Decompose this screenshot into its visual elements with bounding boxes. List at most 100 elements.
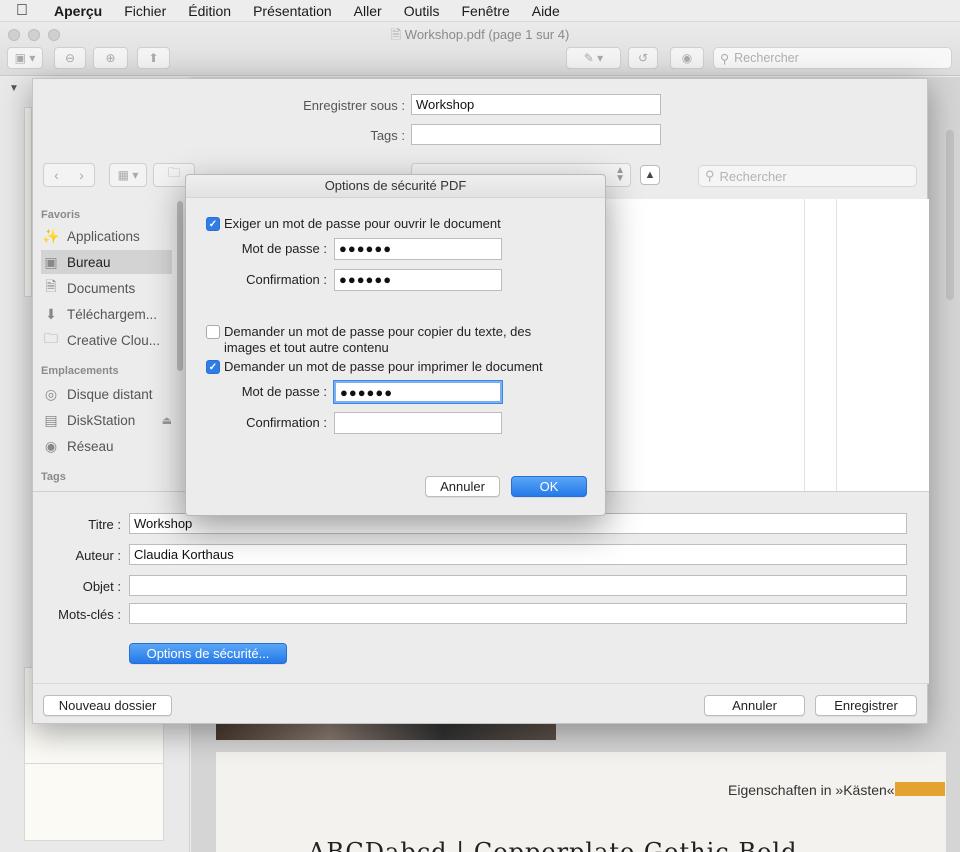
toolbar-search-placeholder: Rechercher <box>734 51 799 65</box>
open-password-input[interactable]: ●●●●●● <box>334 238 502 260</box>
forward-icon[interactable]: › <box>79 167 84 183</box>
sidebar-collapse-icon[interactable]: ▼ <box>9 83 19 94</box>
search-icon: ⚲ <box>705 168 715 183</box>
pdf-metadata-panel: Titre : Workshop Auteur : Claudia Kortha… <box>33 491 929 683</box>
toolbar-search-input[interactable]: ⚲ Rechercher <box>713 47 952 69</box>
menu-aller[interactable]: Aller <box>354 3 382 19</box>
zoom-out-button[interactable]: ⊖ <box>54 47 86 69</box>
save-button[interactable]: Enregistrer <box>815 695 917 716</box>
menu-fichier[interactable]: Fichier <box>124 3 166 19</box>
eject-icon[interactable]: ⏏ <box>162 414 172 427</box>
page2-heading: Eigenschaften in »Kästen« <box>728 782 895 798</box>
print-confirm-input[interactable] <box>334 412 502 434</box>
subject-label: Objet : <box>82 579 121 594</box>
apple-menu-icon[interactable]:  <box>16 2 38 20</box>
checkmark-icon: ✓ <box>208 361 218 373</box>
checkmark-icon: ✓ <box>208 218 218 230</box>
sidebar-scrollbar[interactable] <box>177 201 183 371</box>
menu-aide[interactable]: Aide <box>532 3 560 19</box>
sidebar-item-applications[interactable]: ✨ Applications <box>41 224 172 248</box>
title-input[interactable]: Workshop <box>129 513 907 534</box>
menu-outils[interactable]: Outils <box>404 3 440 19</box>
open-password-checkbox[interactable]: ✓ <box>206 217 220 231</box>
open-confirm-label: Confirmation : <box>246 272 327 287</box>
apps-icon: ✨ <box>42 227 60 244</box>
print-password-checkbox[interactable]: ✓ <box>206 360 220 374</box>
author-input[interactable]: Claudia Korthaus <box>129 544 907 565</box>
open-password-label: Mot de passe : <box>241 241 327 256</box>
dialog-ok-button[interactable]: OK <box>511 476 587 497</box>
window-toolbar: 🗎 Workshop.pdf (page 1 sur 4) ▣ ▾ ⊖ ⊕ ⬆ … <box>0 22 960 76</box>
column-divider[interactable] <box>836 199 837 491</box>
sidebar-item-bureau[interactable]: ▣ Bureau <box>41 250 172 274</box>
thumbnail-page-1[interactable] <box>24 107 32 297</box>
menu-bar:  Aperçu Fichier Édition Présentation Al… <box>0 0 960 22</box>
nav-buttons: ‹ › <box>43 163 95 187</box>
finder-sidebar: Favoris ✨ Applications ▣ Bureau 🗎 Documents… <box>33 199 178 491</box>
sidebar-item-network[interactable]: ◉ Réseau <box>41 434 172 458</box>
sidebar-item-downloads[interactable]: ⬇ Téléchargem... <box>41 302 172 326</box>
copy-password-checkbox-label[interactable]: Demander un mot de passe pour copier du … <box>224 324 569 356</box>
open-confirm-input[interactable]: ●●●●●● <box>334 269 502 291</box>
rotate-button[interactable]: ↺ <box>628 47 658 69</box>
desktop-icon: ▣ <box>44 253 58 270</box>
sheet-footer: Nouveau dossier Annuler Enregistrer <box>33 683 929 725</box>
folder-icon: 🗀 <box>44 330 58 346</box>
markup-toolbar-button[interactable]: ◉ <box>670 47 704 69</box>
new-folder-button[interactable]: Nouveau dossier <box>43 695 172 716</box>
copy-password-checkbox[interactable] <box>206 325 220 339</box>
cancel-button[interactable]: Annuler <box>704 695 805 716</box>
keywords-input[interactable] <box>129 603 907 624</box>
updown-icon: ▲ ▼ <box>615 165 625 184</box>
sidebar-item-label: Documents <box>67 280 136 296</box>
window-title-text: Workshop.pdf (page 1 sur 4) <box>404 27 570 42</box>
print-password-label: Mot de passe : <box>241 384 327 399</box>
tags-input[interactable] <box>411 124 661 145</box>
page2-font-sample: ABCDabcd | Copperplate Gothic Bold <box>308 838 798 852</box>
share-button[interactable]: ⬆ <box>137 47 170 69</box>
sidebar-item-documents[interactable]: 🗎 Documents <box>41 276 172 300</box>
sheet-search-input[interactable]: ⚲ Rechercher <box>698 165 917 187</box>
sheet-search-placeholder: Rechercher <box>719 168 787 184</box>
sidebar-item-label: Bureau <box>67 254 111 270</box>
document-scrollbar[interactable] <box>946 130 954 300</box>
view-mode-button[interactable]: ▦ ▾ <box>109 163 147 187</box>
dialog-cancel-button[interactable]: Annuler <box>425 476 500 497</box>
collapse-sheet-button[interactable]: ▲ <box>640 165 660 185</box>
document-page-2: Eigenschaften in »Kästen« ABCDabcd | Cop… <box>216 752 946 852</box>
disk-icon: ◎ <box>44 385 58 402</box>
print-confirm-label: Confirmation : <box>246 415 327 430</box>
dialog-title: Options de sécurité PDF <box>186 175 605 198</box>
back-icon[interactable]: ‹ <box>54 167 59 183</box>
markup-pen-button[interactable]: ✎ ▾ <box>566 47 621 69</box>
menu-app[interactable]: Aperçu <box>54 3 102 19</box>
locations-header: Emplacements <box>41 365 119 377</box>
print-password-input[interactable]: ●●●●●● <box>334 381 502 403</box>
open-password-checkbox-label[interactable]: Exiger un mot de passe pour ouvrir le do… <box>224 216 594 232</box>
zoom-in-button[interactable]: ⊕ <box>93 47 128 69</box>
download-icon: ⬇ <box>45 305 57 322</box>
documents-icon: 🗎 <box>45 278 57 294</box>
author-label: Auteur : <box>75 548 121 563</box>
save-as-input[interactable]: Workshop <box>411 94 661 115</box>
sidebar-item-remote-disk[interactable]: ◎ Disque distant <box>41 382 172 406</box>
security-options-button[interactable]: Options de sécurité... <box>129 643 287 664</box>
security-options-dialog: Options de sécurité PDF ✓ Exiger un mot … <box>185 174 606 516</box>
sidebar-item-creative-cloud[interactable]: 🗀 Creative Clou... <box>41 328 172 352</box>
sidebar-toggle-button[interactable]: ▣ ▾ <box>7 47 43 69</box>
print-password-checkbox-label[interactable]: Demander un mot de passe pour imprimer l… <box>224 359 594 375</box>
tags-label: Tags : <box>370 128 405 143</box>
sidebar-item-diskstation[interactable]: ▤ DiskStation ⏏ <box>41 408 172 432</box>
menu-edition[interactable]: Édition <box>188 3 231 19</box>
menu-presentation[interactable]: Présentation <box>253 3 332 19</box>
sidebar-item-label: Creative Clou... <box>67 332 161 348</box>
search-icon: ⚲ <box>720 51 730 66</box>
tags-header: Tags <box>41 471 66 483</box>
menu-fenetre[interactable]: Fenêtre <box>461 3 509 19</box>
keywords-label: Mots-clés : <box>58 607 121 622</box>
network-icon: ◉ <box>44 437 58 454</box>
column-divider[interactable] <box>804 199 805 491</box>
thumbnail-page-3[interactable] <box>24 763 164 841</box>
subject-input[interactable] <box>129 575 907 596</box>
title-label: Titre : <box>88 517 121 532</box>
